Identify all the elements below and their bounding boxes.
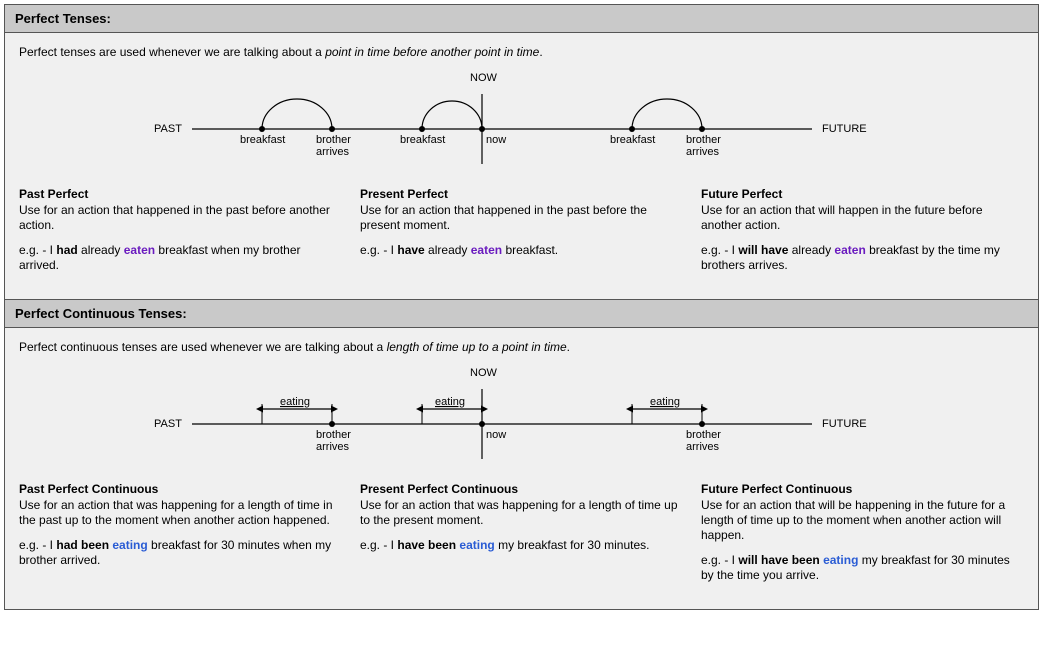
intro-text: Perfect tenses are used whenever we are … bbox=[19, 45, 1024, 59]
svg-text:now: now bbox=[486, 429, 506, 441]
svg-text:brother: brother bbox=[316, 429, 351, 441]
col-example: e.g. - I will have already eaten breakfa… bbox=[701, 243, 1024, 273]
aux-verb: have bbox=[397, 243, 424, 257]
col-example: e.g. - I will have been eating my breakf… bbox=[701, 553, 1024, 583]
past-perfcont-col: Past Perfect Continuous Use for an actio… bbox=[19, 482, 342, 593]
col-title: Past Perfect bbox=[19, 187, 342, 201]
intro-text: Perfect continuous tenses are used whene… bbox=[19, 340, 1024, 354]
intro-end: . bbox=[539, 45, 542, 59]
section-header: Perfect Continuous Tenses: bbox=[5, 300, 1038, 328]
main-verb: eating bbox=[823, 553, 858, 567]
col-title: Future Perfect bbox=[701, 187, 1024, 201]
past-label: PAST bbox=[154, 123, 182, 135]
now-label: NOW bbox=[470, 367, 498, 379]
timeline-diagram: NOW PAST FUTURE breakfast brother arrive… bbox=[19, 69, 1024, 179]
col-example: e.g. - I have been eating my breakfast f… bbox=[360, 538, 683, 553]
section-body: Perfect continuous tenses are used whene… bbox=[5, 328, 1038, 609]
perfect-continuous-section: Perfect Continuous Tenses: Perfect conti… bbox=[4, 300, 1039, 610]
future-label: FUTURE bbox=[822, 123, 867, 135]
aux-verb: will have bbox=[738, 243, 788, 257]
svg-text:eating: eating bbox=[650, 396, 680, 408]
col-desc: Use for an action that will be happening… bbox=[701, 498, 1024, 543]
col-title: Past Perfect Continuous bbox=[19, 482, 342, 496]
aux-verb: have been bbox=[397, 538, 459, 552]
svg-text:breakfast: breakfast bbox=[610, 134, 655, 146]
section-header: Perfect Tenses: bbox=[5, 5, 1038, 33]
svg-text:eating: eating bbox=[435, 396, 465, 408]
aux-verb: had been bbox=[56, 538, 112, 552]
timeline-diagram: NOW PAST FUTURE eating bbox=[19, 364, 1024, 474]
intro-plain: Perfect continuous tenses are used whene… bbox=[19, 340, 387, 354]
col-title: Present Perfect Continuous bbox=[360, 482, 683, 496]
col-example: e.g. - I had been eating breakfast for 3… bbox=[19, 538, 342, 568]
tense-columns: Past Perfect Use for an action that happ… bbox=[19, 187, 1024, 283]
present-perfcont-col: Present Perfect Continuous Use for an ac… bbox=[360, 482, 683, 593]
svg-text:arrives: arrives bbox=[686, 146, 720, 158]
intro-plain: Perfect tenses are used whenever we are … bbox=[19, 45, 325, 59]
perfect-timeline-svg: NOW PAST FUTURE breakfast brother arrive… bbox=[132, 69, 912, 179]
svg-text:breakfast: breakfast bbox=[240, 134, 285, 146]
perfect-tenses-section: Perfect Tenses: Perfect tenses are used … bbox=[4, 4, 1039, 300]
svg-text:breakfast: breakfast bbox=[400, 134, 445, 146]
main-verb: eaten bbox=[834, 243, 865, 257]
col-example: e.g. - I have already eaten breakfast. bbox=[360, 243, 683, 258]
col-desc: Use for an action that was happening for… bbox=[360, 498, 683, 528]
svg-text:arrives: arrives bbox=[316, 146, 350, 158]
perfcont-timeline-svg: NOW PAST FUTURE eating bbox=[132, 364, 912, 474]
col-desc: Use for an action that will happen in th… bbox=[701, 203, 1024, 233]
main-verb: eaten bbox=[471, 243, 502, 257]
svg-text:arrives: arrives bbox=[686, 441, 720, 453]
svg-text:brother: brother bbox=[686, 429, 721, 441]
intro-end: . bbox=[567, 340, 570, 354]
col-desc: Use for an action that happened in the p… bbox=[360, 203, 683, 233]
col-title: Present Perfect bbox=[360, 187, 683, 201]
aux-verb: had bbox=[56, 243, 77, 257]
future-label: FUTURE bbox=[822, 418, 867, 430]
col-desc: Use for an action that happened in the p… bbox=[19, 203, 342, 233]
aux-verb: will have been bbox=[738, 553, 823, 567]
main-verb: eaten bbox=[124, 243, 155, 257]
svg-text:now: now bbox=[486, 134, 506, 146]
svg-text:arrives: arrives bbox=[316, 441, 350, 453]
section-body: Perfect tenses are used whenever we are … bbox=[5, 33, 1038, 299]
future-perfect-col: Future Perfect Use for an action that wi… bbox=[701, 187, 1024, 283]
intro-italic: length of time up to a point in time bbox=[387, 340, 567, 354]
col-desc: Use for an action that was happening for… bbox=[19, 498, 342, 528]
intro-italic: point in time before another point in ti… bbox=[325, 45, 539, 59]
tense-columns: Past Perfect Continuous Use for an actio… bbox=[19, 482, 1024, 593]
past-perfect-col: Past Perfect Use for an action that happ… bbox=[19, 187, 342, 283]
main-verb: eating bbox=[459, 538, 494, 552]
svg-text:brother: brother bbox=[686, 134, 721, 146]
svg-text:brother: brother bbox=[316, 134, 351, 146]
main-verb: eating bbox=[112, 538, 147, 552]
svg-text:eating: eating bbox=[280, 396, 310, 408]
col-example: e.g. - I had already eaten breakfast whe… bbox=[19, 243, 342, 273]
col-title: Future Perfect Continuous bbox=[701, 482, 1024, 496]
past-label: PAST bbox=[154, 418, 182, 430]
future-perfcont-col: Future Perfect Continuous Use for an act… bbox=[701, 482, 1024, 593]
now-label: NOW bbox=[470, 72, 498, 84]
present-perfect-col: Present Perfect Use for an action that h… bbox=[360, 187, 683, 283]
